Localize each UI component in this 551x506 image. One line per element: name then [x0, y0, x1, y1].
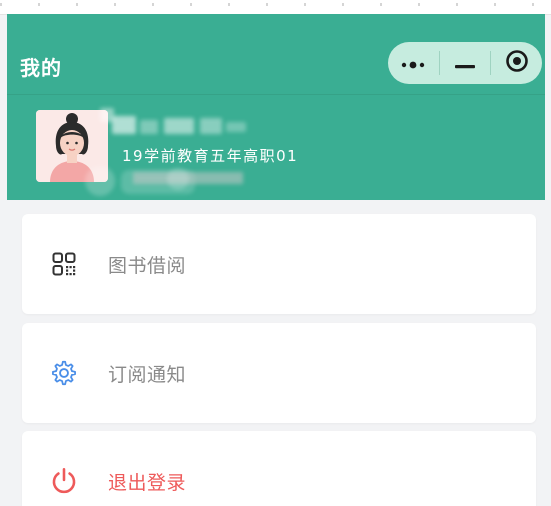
menu-item-subscription-notice[interactable]: 订阅通知: [22, 323, 536, 423]
qrcode-icon: [50, 250, 78, 278]
menu-item-label: 订阅通知: [108, 364, 187, 386]
close-button[interactable]: [491, 42, 542, 84]
menu-item-label: 图书借阅: [108, 255, 187, 277]
target-close-icon: [505, 49, 529, 77]
menu-item-logout[interactable]: 退出登录: [22, 431, 536, 506]
header-divider: [7, 94, 545, 95]
minimize-button[interactable]: [440, 42, 491, 84]
menu-item-library-borrow[interactable]: 图书借阅: [22, 214, 536, 314]
minimize-icon: [455, 54, 475, 73]
top-edge-marks: [0, 3, 551, 6]
top-edge-strip: [0, 0, 551, 15]
menu-item-label: 退出登录: [108, 472, 187, 494]
more-dots-icon: [400, 54, 426, 73]
user-id-redacted: [77, 164, 252, 199]
gear-icon: [50, 359, 78, 387]
more-button[interactable]: [388, 42, 439, 84]
mini-program-capsule: [388, 42, 542, 84]
page-title: 我的: [20, 56, 62, 80]
user-name-redacted: [100, 108, 250, 138]
power-icon: [50, 467, 78, 495]
profile-header: 我的 19学前教育五年高职01: [7, 14, 545, 200]
app-frame: 我的 19学前教育五年高职01 图书借阅 订阅通知 退出登录: [7, 14, 545, 506]
user-class-name: 19学前教育五年高职01: [122, 147, 299, 165]
